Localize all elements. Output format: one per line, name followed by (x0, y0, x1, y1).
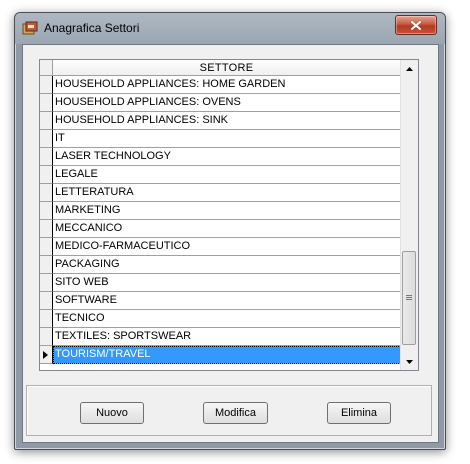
row-indicator[interactable] (40, 274, 53, 292)
app-icon (22, 21, 38, 35)
row-indicator[interactable] (40, 220, 53, 238)
table-row[interactable]: SITO WEB (40, 274, 401, 292)
settore-cell[interactable]: SOFTWARE (53, 292, 401, 310)
settore-cell[interactable]: HOUSEHOLD APPLIANCES: HOME GARDEN (53, 76, 401, 94)
settore-cell[interactable]: SITO WEB (53, 274, 401, 292)
row-indicator[interactable] (40, 94, 53, 112)
row-indicator[interactable] (40, 76, 53, 94)
settore-cell[interactable]: MECCANICO (53, 220, 401, 238)
settore-cell[interactable]: HOUSEHOLD APPLIANCES: OVENS (53, 94, 401, 112)
table-row[interactable]: LEGALE (40, 166, 401, 184)
button-panel: Nuovo Modifica Elimina (26, 385, 432, 436)
table-row[interactable]: HOUSEHOLD APPLIANCES: OVENS (40, 94, 401, 112)
scroll-up-icon (406, 66, 413, 71)
edit-button[interactable]: Modifica (203, 402, 268, 424)
title-bar[interactable]: Anagrafica Settori (15, 13, 445, 44)
table-row[interactable]: MECCANICO (40, 220, 401, 238)
grid-corner (40, 60, 53, 76)
thumb-grip-line (406, 297, 412, 298)
grid-rows: HOUSEHOLD APPLIANCES: HOME GARDEN HOUSEHO… (40, 76, 401, 364)
scroll-down-icon (406, 359, 413, 364)
window-title: Anagrafica Settori (44, 21, 140, 35)
row-indicator[interactable] (40, 202, 53, 220)
column-header-settore[interactable]: SETTORE (53, 60, 401, 76)
table-row[interactable]: LASER TECHNOLOGY (40, 148, 401, 166)
row-indicator[interactable] (40, 346, 53, 364)
settore-cell[interactable]: TECNICO (53, 310, 401, 328)
row-indicator[interactable] (40, 112, 53, 130)
settore-cell[interactable]: IT (53, 130, 401, 148)
table-row[interactable]: HOUSEHOLD APPLIANCES: HOME GARDEN (40, 76, 401, 94)
row-indicator[interactable] (40, 292, 53, 310)
row-indicator[interactable] (40, 328, 53, 346)
table-row[interactable]: TOURISM/TRAVEL (40, 346, 401, 364)
close-button[interactable] (395, 15, 437, 35)
settore-cell[interactable]: HOUSEHOLD APPLIANCES: SINK (53, 112, 401, 130)
table-row[interactable]: TEXTILES: SPORTSWEAR (40, 328, 401, 346)
settore-cell[interactable]: MEDICO-FARMACEUTICO (53, 238, 401, 256)
delete-button[interactable]: Elimina (327, 402, 391, 424)
thumb-grip-line (406, 299, 412, 300)
settori-grid[interactable]: SETTORE HOUSEHOLD APPLIANCES: HOME GARDE… (39, 59, 419, 371)
settore-cell[interactable]: PACKAGING (53, 256, 401, 274)
scroll-down-button[interactable] (401, 353, 418, 370)
dialog-window: Anagrafica Settori SETTORE HOUSEHOLD APP… (14, 12, 446, 450)
row-pointer-icon (43, 351, 48, 359)
close-icon (411, 20, 421, 30)
scroll-thumb[interactable] (402, 251, 416, 345)
thumb-grip-line (406, 295, 412, 296)
grid-header: SETTORE (40, 60, 401, 76)
row-indicator[interactable] (40, 130, 53, 148)
table-row[interactable]: PACKAGING (40, 256, 401, 274)
table-row[interactable]: LETTERATURA (40, 184, 401, 202)
row-indicator[interactable] (40, 310, 53, 328)
row-indicator[interactable] (40, 256, 53, 274)
settore-cell[interactable]: LASER TECHNOLOGY (53, 148, 401, 166)
new-button[interactable]: Nuovo (80, 402, 144, 424)
settore-cell[interactable]: TEXTILES: SPORTSWEAR (53, 328, 401, 346)
table-row[interactable]: MARKETING (40, 202, 401, 220)
row-indicator[interactable] (40, 238, 53, 256)
row-indicator[interactable] (40, 166, 53, 184)
dialog-client-area: SETTORE HOUSEHOLD APPLIANCES: HOME GARDE… (22, 44, 439, 443)
row-indicator[interactable] (40, 148, 53, 166)
vertical-scrollbar[interactable] (400, 60, 418, 370)
settore-cell[interactable]: LEGALE (53, 166, 401, 184)
table-row[interactable]: MEDICO-FARMACEUTICO (40, 238, 401, 256)
table-row[interactable]: TECNICO (40, 310, 401, 328)
row-indicator[interactable] (40, 184, 53, 202)
scroll-up-button[interactable] (401, 60, 418, 77)
settore-cell[interactable]: TOURISM/TRAVEL (53, 346, 401, 364)
table-row[interactable]: IT (40, 130, 401, 148)
table-row[interactable]: SOFTWARE (40, 292, 401, 310)
settore-cell[interactable]: MARKETING (53, 202, 401, 220)
table-row[interactable]: HOUSEHOLD APPLIANCES: SINK (40, 112, 401, 130)
settore-cell[interactable]: LETTERATURA (53, 184, 401, 202)
